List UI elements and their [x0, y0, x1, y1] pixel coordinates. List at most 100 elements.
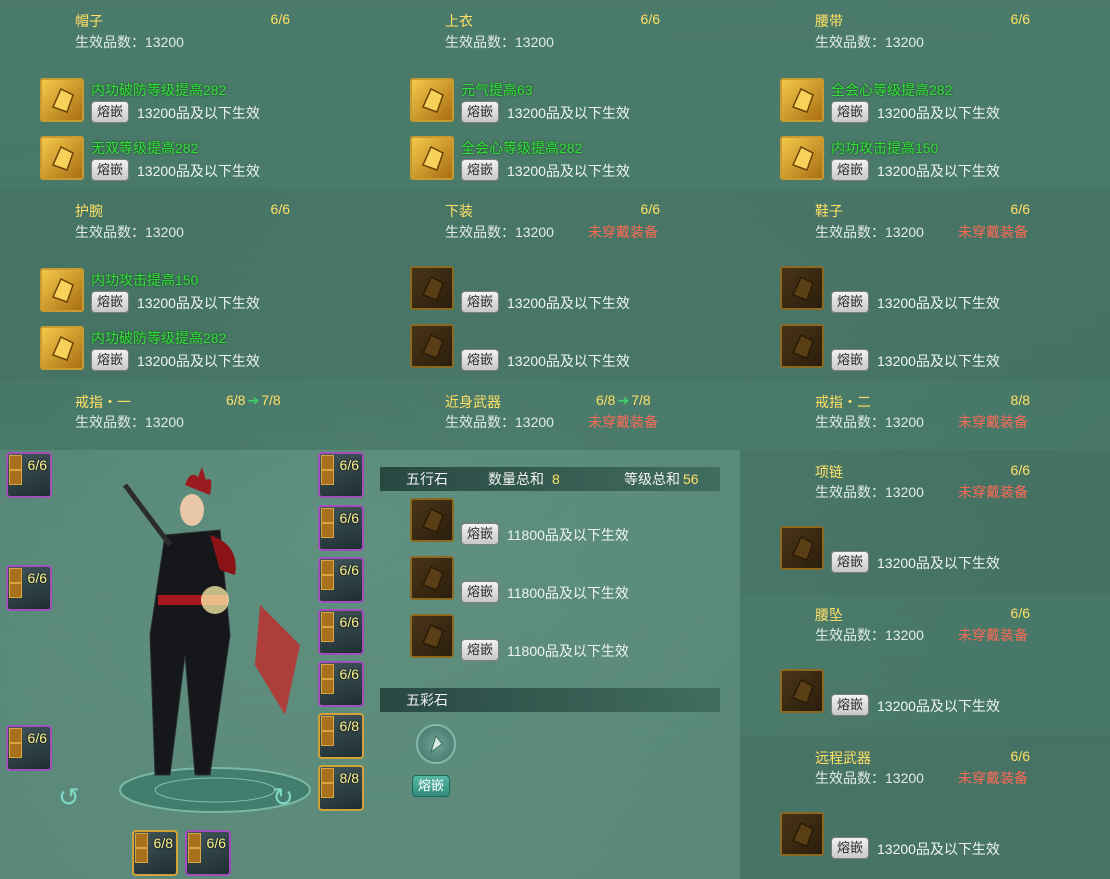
empty-gem-icon[interactable]	[780, 812, 824, 856]
unequipped-label: 未穿戴装备	[588, 224, 658, 240]
wuxing-header: 五行石 数量总和 8 等级总和 56	[380, 467, 720, 491]
fuse-note: 13200品及以下生效	[137, 163, 260, 179]
char-slot-left-3[interactable]: 6/6	[6, 725, 52, 771]
fuse-note: 13200品及以下生效	[877, 105, 1000, 121]
slot-name-belt: 腰带	[815, 13, 843, 29]
empty-gem-icon[interactable]	[780, 526, 824, 570]
wucai-title: 五彩石	[406, 692, 448, 708]
wucai-fuse-button[interactable]: 熔嵌	[412, 775, 451, 797]
effective-grade-pendant: 生效品数：13200	[815, 627, 924, 643]
empty-gem-icon[interactable]	[410, 324, 454, 368]
slot-name-pendant: 腰坠	[815, 607, 843, 623]
unequipped-label: 未穿戴装备	[958, 224, 1028, 240]
slot-name-ring1: 戒指・一	[75, 394, 131, 410]
fuse-button[interactable]: 熔嵌	[461, 639, 500, 661]
gem-icon[interactable]	[40, 268, 84, 312]
fuse-note: 13200品及以下生效	[877, 163, 1000, 179]
effective-grade-shoes: 生效品数：13200	[815, 224, 924, 240]
effective-grade-ranged: 生效品数：13200	[815, 770, 924, 786]
gem-icon[interactable]	[780, 78, 824, 122]
effective-grade-ring2: 生效品数：13200	[815, 414, 924, 430]
effective-grade-necklace: 生效品数：13200	[815, 484, 924, 500]
char-slot-right-7[interactable]: 8/8	[318, 765, 364, 811]
fuse-button[interactable]: 熔嵌	[831, 551, 870, 573]
fuse-note: 11800品及以下生效	[507, 643, 629, 659]
fuse-button[interactable]: 熔嵌	[831, 101, 870, 123]
fuse-button[interactable]: 熔嵌	[831, 349, 870, 371]
slot-count-pendant: 6/6	[1010, 605, 1030, 621]
fuse-button[interactable]: 熔嵌	[91, 159, 130, 181]
fuse-button[interactable]: 熔嵌	[91, 291, 130, 313]
char-slot-bottom-1[interactable]: 6/8	[132, 830, 178, 876]
empty-gem-icon[interactable]	[780, 324, 824, 368]
char-slot-left-2[interactable]: 6/6	[6, 565, 52, 611]
fuse-button[interactable]: 熔嵌	[831, 694, 870, 716]
fuse-button[interactable]: 熔嵌	[461, 523, 500, 545]
char-slot-right-2[interactable]: 6/6	[318, 505, 364, 551]
rotate-left-icon[interactable]: ↺	[58, 782, 80, 813]
gem-icon[interactable]	[410, 136, 454, 180]
effective-grade-pants: 生效品数：13200	[445, 224, 554, 240]
wuxing-lvl-label: 等级总和	[624, 471, 680, 487]
fuse-button[interactable]: 熔嵌	[91, 349, 130, 371]
char-slot-right-6[interactable]: 6/8	[318, 713, 364, 759]
wucai-slot-icon[interactable]	[416, 724, 456, 764]
panel-necklace	[740, 450, 1110, 595]
effective-grade-melee: 生效品数：13200	[445, 414, 554, 430]
slot-name-ring2: 戒指・二	[815, 394, 871, 410]
wuxing-lvl: 56	[683, 471, 699, 487]
gem-desc: 内功破防等级提高282	[91, 82, 227, 98]
slot-count-pants: 6/6	[640, 201, 660, 217]
gem-desc: 全会心等级提高282	[831, 82, 953, 98]
fuse-button[interactable]: 熔嵌	[461, 581, 500, 603]
rotate-right-icon[interactable]: ↻	[272, 782, 294, 813]
gem-desc: 无双等级提高282	[91, 140, 199, 156]
fuse-note: 13200品及以下生效	[877, 841, 1000, 857]
effective-grade-ring1: 生效品数：13200	[75, 414, 184, 430]
gem-icon[interactable]	[780, 136, 824, 180]
slot-name-necklace: 项链	[815, 464, 843, 480]
gem-desc: 全会心等级提高282	[461, 140, 583, 156]
gem-icon[interactable]	[40, 326, 84, 370]
slot-name-shoes: 鞋子	[815, 203, 843, 219]
slot-count-shoes: 6/6	[1010, 201, 1030, 217]
slot-count-bracer: 6/6	[270, 201, 290, 217]
fuse-button[interactable]: 熔嵌	[461, 291, 500, 313]
gem-icon[interactable]	[40, 78, 84, 122]
empty-gem-icon[interactable]	[780, 669, 824, 713]
wuxing-slot-icon[interactable]	[410, 498, 454, 542]
fuse-button[interactable]: 熔嵌	[91, 101, 130, 123]
wuxing-title: 五行石	[406, 471, 448, 487]
char-slot-right-1[interactable]: 6/6	[318, 452, 364, 498]
slot-name-hat: 帽子	[75, 13, 103, 29]
char-slot-right-3[interactable]: 6/6	[318, 557, 364, 603]
empty-gem-icon[interactable]	[780, 266, 824, 310]
empty-gem-icon[interactable]	[410, 266, 454, 310]
fuse-button[interactable]: 熔嵌	[831, 837, 870, 859]
slot-count-necklace: 6/6	[1010, 462, 1030, 478]
fuse-button[interactable]: 熔嵌	[461, 159, 500, 181]
fuse-button[interactable]: 熔嵌	[461, 349, 500, 371]
fuse-note: 13200品及以下生效	[877, 353, 1000, 369]
gem-desc: 内功攻击提高150	[831, 140, 939, 156]
fuse-note: 13200品及以下生效	[877, 295, 1000, 311]
fuse-button[interactable]: 熔嵌	[831, 291, 870, 313]
wuxing-slot-icon[interactable]	[410, 556, 454, 600]
char-slot-left-1[interactable]: 6/6	[6, 452, 52, 498]
char-slot-right-5[interactable]: 6/6	[318, 661, 364, 707]
slot-name-pants: 下装	[445, 203, 473, 219]
gem-desc: 内功破防等级提高282	[91, 330, 227, 346]
gem-icon[interactable]	[410, 78, 454, 122]
gem-icon[interactable]	[40, 136, 84, 180]
char-slot-right-4[interactable]: 6/6	[318, 609, 364, 655]
char-slot-bottom-2[interactable]: 6/6	[185, 830, 231, 876]
fuse-button[interactable]: 熔嵌	[831, 159, 870, 181]
fuse-button[interactable]: 熔嵌	[461, 101, 500, 123]
wuxing-qty: 8	[552, 471, 560, 487]
character-model	[110, 455, 320, 815]
slot-count-belt: 6/6	[1010, 11, 1030, 27]
fuse-note: 13200品及以下生效	[137, 295, 260, 311]
gem-desc: 元气提高63	[461, 82, 533, 98]
wuxing-slot-icon[interactable]	[410, 614, 454, 658]
fuse-note: 13200品及以下生效	[877, 555, 1000, 571]
